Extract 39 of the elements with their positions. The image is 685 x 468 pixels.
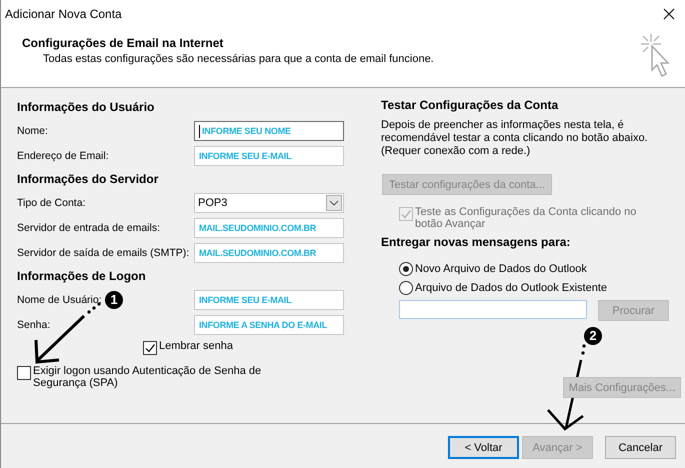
section-heading: Testar Configurações da Conta — [381, 97, 560, 113]
section-heading: Informações de Logon — [17, 268, 147, 284]
input-field[interactable]: INFORME SEU NOME — [194, 121, 344, 141]
checkbox-label: Lembrar senha — [159, 340, 233, 352]
dialog-button[interactable]: < Voltar — [448, 436, 519, 459]
field-label: Tipo de Conta: — [17, 197, 86, 209]
checkbox[interactable] — [143, 341, 157, 355]
radio-button[interactable] — [399, 262, 413, 276]
chevron-down-icon[interactable] — [326, 195, 342, 211]
input-field[interactable]: INFORME SEU E-MAIL — [194, 290, 344, 310]
field-label: Nome: — [17, 125, 48, 137]
input-field[interactable] — [399, 300, 587, 319]
field-label: Servidor de entrada de emails: — [17, 222, 160, 234]
close-icon[interactable] — [663, 8, 675, 20]
account-type-dropdown[interactable]: POP3 — [194, 193, 344, 213]
header-title: Configurações de Email na Internet — [22, 36, 224, 50]
input-field[interactable]: INFORME SEU E-MAIL — [194, 146, 344, 166]
checkbox[interactable] — [17, 366, 31, 380]
header-subtitle: Todas estas configurações são necessárias para que a conta de email funcione. — [42, 53, 434, 65]
number-badge: 1 — [105, 291, 123, 309]
number-badge: 2 — [584, 327, 602, 345]
radio-label: Arquivo de Dados do Outlook Existente — [415, 282, 608, 294]
radio-button[interactable] — [399, 280, 413, 294]
field-label: Senha: — [17, 319, 50, 331]
checkbox-label: Exigir logon usando Autenticação de Senha de Segurança (SPA) — [33, 365, 262, 389]
section-heading: Informações do Servidor — [17, 171, 160, 187]
field-label: Servidor de saída de emails (SMTP): — [17, 247, 190, 259]
description-text: Depois de preencher as informações nesta tela, é recomendável testar a conta clicando no botão abaixo. (Requer conexão com a rede.) — [381, 119, 649, 158]
section-heading: Entregar novas mensagens para: — [381, 234, 572, 250]
window-title: Adicionar Nova Conta — [5, 7, 122, 21]
radio-label: Novo Arquivo de Dados do Outlook — [415, 262, 587, 274]
section-heading: Informações do Usuário — [17, 99, 156, 115]
field-label: Endereço de Email: — [17, 150, 109, 162]
dialog-button[interactable]: Cancelar — [605, 436, 676, 459]
input-field[interactable]: MAIL.SEUDOMINIO.COM.BR — [194, 243, 344, 263]
field-label: Nome de Usuário: — [17, 294, 102, 306]
checkbox-label: Teste as Configurações da Conta clicando no botão Avançar — [415, 206, 638, 230]
input-field[interactable]: MAIL.SEUDOMINIO.COM.BR — [194, 218, 344, 238]
input-field[interactable]: INFORME A SENHA DO E-MAIL — [194, 315, 344, 335]
